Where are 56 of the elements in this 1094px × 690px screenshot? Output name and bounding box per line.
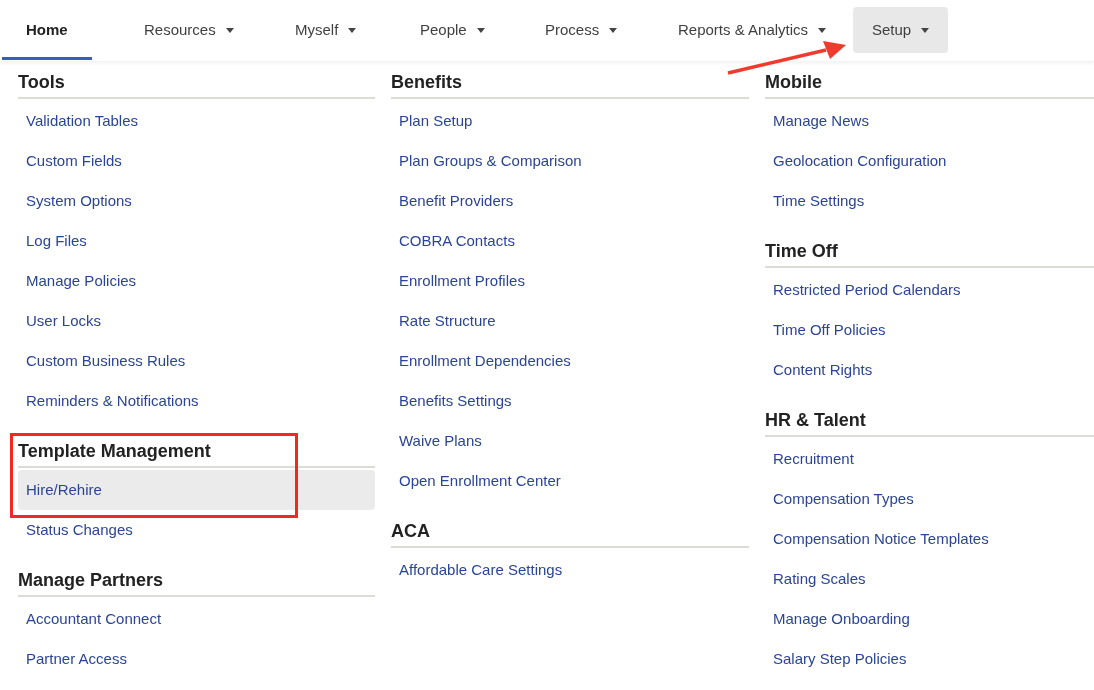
menu-link[interactable]: Content Rights	[765, 350, 1094, 390]
menu-link[interactable]: Accountant Connect	[18, 599, 375, 639]
section-heading: Benefits	[391, 62, 749, 99]
menu-link[interactable]: System Options	[18, 181, 375, 221]
menu-link[interactable]: Time Settings	[765, 181, 1094, 221]
menu-link[interactable]: Validation Tables	[18, 101, 375, 141]
menu-link[interactable]: COBRA Contacts	[391, 221, 749, 261]
menu-link[interactable]: Manage Policies	[18, 261, 375, 301]
section-heading: Template Management	[18, 431, 375, 468]
menu-link[interactable]: Custom Fields	[18, 141, 375, 181]
menu-link[interactable]: Custom Business Rules	[18, 341, 375, 381]
nav-tab[interactable]: Process	[521, 0, 642, 60]
menu-link[interactable]: Geolocation Configuration	[765, 141, 1094, 181]
menu-link[interactable]: Enrollment Dependencies	[391, 341, 749, 381]
menu-link[interactable]: Enrollment Profiles	[391, 261, 749, 301]
section-heading: Manage Partners	[18, 560, 375, 597]
section-heading: HR & Talent	[765, 400, 1094, 437]
caret-icon	[818, 27, 827, 33]
section-heading: ACA	[391, 511, 749, 548]
caret-icon	[476, 27, 485, 33]
menu-link[interactable]: Reminders & Notifications	[18, 381, 375, 421]
section-heading: Tools	[18, 62, 375, 99]
menu-link[interactable]: Recruitment	[765, 439, 1094, 479]
menu-link[interactable]: Plan Groups & Comparison	[391, 141, 749, 181]
menu-link[interactable]: Restricted Period Calendars	[765, 270, 1094, 310]
menu-link[interactable]: Compensation Notice Templates	[765, 519, 1094, 559]
section-heading: Mobile	[765, 62, 1094, 99]
menu-link[interactable]: User Locks	[18, 301, 375, 341]
menu-link[interactable]: Partner Access	[18, 639, 375, 679]
menu-link[interactable]: Manage Onboarding	[765, 599, 1094, 639]
nav-tab[interactable]: Setup	[853, 7, 949, 53]
menu-link[interactable]: Rating Scales	[765, 559, 1094, 599]
menu-link[interactable]: Waive Plans	[391, 421, 749, 461]
nav-tab[interactable]: Myself	[271, 0, 381, 60]
menu-link[interactable]: Open Enrollment Center	[391, 461, 749, 501]
menu-link[interactable]: Affordable Care Settings	[391, 550, 749, 590]
nav-tab[interactable]: People	[396, 0, 509, 60]
caret-icon	[225, 27, 234, 33]
menu-link[interactable]: Log Files	[18, 221, 375, 261]
menu-link[interactable]: Manage News	[765, 101, 1094, 141]
nav-tab[interactable]: Home	[2, 0, 92, 60]
menu-link[interactable]: Time Off Policies	[765, 310, 1094, 350]
menu-link[interactable]: Compensation Types	[765, 479, 1094, 519]
menu-link[interactable]: Benefit Providers	[391, 181, 749, 221]
menu-link[interactable]: Status Changes	[18, 510, 375, 550]
nav-tab[interactable]: Reports & Analytics	[654, 0, 851, 60]
caret-icon	[609, 27, 618, 33]
menu-link[interactable]: Hire/Rehire	[18, 470, 375, 510]
caret-icon	[921, 27, 930, 33]
section-heading: Time Off	[765, 231, 1094, 268]
menu-link[interactable]: Rate Structure	[391, 301, 749, 341]
nav-tab[interactable]: Resources	[120, 0, 258, 60]
menu-link[interactable]: Benefits Settings	[391, 381, 749, 421]
menu-link[interactable]: Salary Step Policies	[765, 639, 1094, 679]
menu-link[interactable]: Plan Setup	[391, 101, 749, 141]
caret-icon	[348, 27, 357, 33]
